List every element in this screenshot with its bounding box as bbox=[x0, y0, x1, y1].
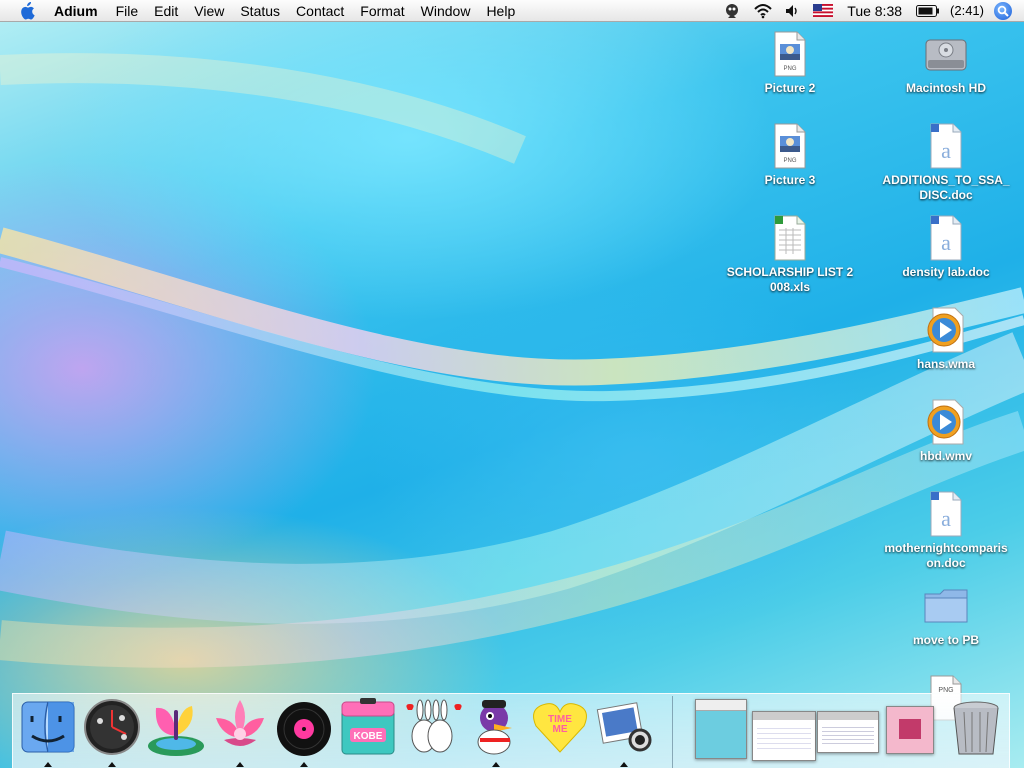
desktop-icon-label: hbd.wmv bbox=[919, 449, 972, 463]
dock-kobe-box[interactable]: KOBE bbox=[338, 696, 398, 758]
adium-duck-icon bbox=[477, 700, 512, 755]
running-indicator bbox=[236, 762, 244, 767]
png-file-icon: PNG bbox=[766, 30, 814, 78]
lotus-flower-icon bbox=[216, 700, 264, 746]
dock-trash[interactable] bbox=[946, 696, 1006, 758]
png-badge: PNG bbox=[783, 158, 796, 164]
dock-minimized-browser[interactable] bbox=[817, 711, 879, 753]
mini-window-titlebar bbox=[753, 712, 815, 720]
dock-separator bbox=[672, 696, 673, 768]
desktop-icon-label: move to PB bbox=[912, 633, 979, 647]
spotlight-icon[interactable] bbox=[994, 1, 1012, 20]
menu-format[interactable]: Format bbox=[352, 0, 412, 22]
folder-icon bbox=[922, 582, 970, 630]
menu-app-name[interactable]: Adium bbox=[54, 0, 106, 22]
time-me-heart-icon: TIME ME bbox=[533, 703, 587, 753]
wifi-icon[interactable] bbox=[753, 3, 773, 19]
dock-record[interactable] bbox=[274, 696, 334, 758]
vinyl-record-icon bbox=[277, 702, 331, 756]
menu-window[interactable]: Window bbox=[413, 0, 479, 22]
bunnies-icon bbox=[406, 699, 462, 753]
png-file-icon: PNG bbox=[766, 122, 814, 170]
media-file-icon bbox=[922, 398, 970, 446]
dock-bunnies[interactable] bbox=[402, 696, 462, 758]
desktop-icon-additions-doc[interactable]: a ADDITIONS_TO_SSA_DISC.doc bbox=[881, 122, 1011, 203]
excel-file-icon bbox=[766, 214, 814, 262]
adium-status-icon[interactable] bbox=[723, 2, 741, 20]
kobe-box-icon: KOBE bbox=[341, 698, 395, 755]
finder-icon bbox=[21, 701, 75, 753]
desktop-icon-picture-3[interactable]: PNG Picture 3 bbox=[725, 122, 855, 188]
menu-bar: Adium File Edit View Status Contact Form… bbox=[0, 0, 1024, 22]
desktop-icon-move-to-pb[interactable]: move to PB bbox=[881, 582, 1011, 648]
dock-minimized-itunes[interactable] bbox=[752, 711, 816, 761]
desktop-icon-mothernight-doc[interactable]: a mothernightcomparison.doc bbox=[881, 490, 1011, 571]
dock-dashboard[interactable] bbox=[82, 696, 142, 758]
dock-butterfly[interactable] bbox=[146, 696, 206, 758]
desktop-icon-label: Picture 3 bbox=[764, 173, 816, 187]
menu-status[interactable]: Status bbox=[232, 0, 288, 22]
dock-iphoto[interactable] bbox=[594, 696, 654, 758]
desktop-icon-density-lab-doc[interactable]: a density lab.doc bbox=[881, 214, 1011, 280]
volume-icon[interactable] bbox=[785, 4, 801, 18]
us-flag-icon[interactable] bbox=[813, 4, 834, 17]
kobe-label: KOBE bbox=[354, 731, 383, 742]
dock-finder[interactable] bbox=[18, 696, 78, 758]
running-indicator bbox=[300, 762, 308, 767]
word-doc-icon: a bbox=[922, 490, 970, 538]
png-badge: PNG bbox=[783, 66, 796, 72]
mini-window-content bbox=[899, 719, 921, 739]
iphoto-icon bbox=[596, 702, 652, 752]
menu-help[interactable]: Help bbox=[478, 0, 523, 22]
media-file-icon bbox=[922, 306, 970, 354]
desktop-icon-label: hans.wma bbox=[916, 357, 976, 371]
battery-time: (2:41) bbox=[950, 3, 984, 18]
menu-contact[interactable]: Contact bbox=[288, 0, 352, 22]
desktop-icon-label: density lab.doc bbox=[902, 265, 990, 279]
hard-drive-icon bbox=[922, 30, 970, 78]
svg-text:a: a bbox=[941, 230, 951, 255]
running-indicator bbox=[108, 762, 116, 767]
dock-minimized-contact-list[interactable] bbox=[695, 699, 747, 759]
menu-file[interactable]: File bbox=[108, 0, 147, 22]
mini-window-titlebar bbox=[818, 712, 878, 720]
running-indicator bbox=[44, 762, 52, 767]
desktop-icon-picture-2[interactable]: PNG Picture 2 bbox=[725, 30, 855, 96]
menu-clock[interactable]: Tue 8:38 bbox=[847, 3, 902, 19]
battery-icon[interactable] bbox=[916, 4, 940, 17]
dashboard-clock-icon bbox=[84, 699, 140, 755]
apple-menu-icon[interactable] bbox=[18, 1, 36, 20]
svg-text:a: a bbox=[941, 138, 951, 163]
svg-text:a: a bbox=[941, 506, 951, 531]
menu-edit[interactable]: Edit bbox=[146, 0, 186, 22]
dock-time-me[interactable]: TIME ME bbox=[530, 696, 590, 758]
heart-text-me: ME bbox=[553, 724, 568, 735]
desktop-icon-label: ADDITIONS_TO_SSA_DISC.doc bbox=[882, 173, 1010, 202]
running-indicator bbox=[620, 762, 628, 767]
word-doc-icon: a bbox=[922, 214, 970, 262]
mini-window-content bbox=[822, 724, 874, 744]
dock-adium[interactable] bbox=[466, 696, 526, 758]
mini-window-titlebar bbox=[696, 700, 746, 711]
desktop-icon-label: SCHOLARSHIP LIST 2008.xls bbox=[726, 265, 854, 294]
desktop-icon-hbd-wmv[interactable]: hbd.wmv bbox=[881, 398, 1011, 464]
word-doc-icon: a bbox=[922, 122, 970, 170]
butterfly-icon bbox=[148, 706, 204, 756]
desktop-icon-label: Macintosh HD bbox=[905, 81, 986, 95]
dock-lotus[interactable] bbox=[210, 696, 270, 758]
desktop-icon-label: Picture 2 bbox=[764, 81, 816, 95]
desktop-icon-scholarship-xls[interactable]: SCHOLARSHIP LIST 2008.xls bbox=[725, 214, 855, 295]
wallpaper bbox=[0, 53, 1024, 668]
dock-minimized-picture[interactable] bbox=[886, 706, 934, 754]
desktop-icon-hans-wma[interactable]: hans.wma bbox=[881, 306, 1011, 372]
trash-icon bbox=[953, 701, 999, 755]
desktop-icon-macintosh-hd[interactable]: Macintosh HD bbox=[881, 30, 1011, 96]
menu-view[interactable]: View bbox=[186, 0, 232, 22]
desktop-icon-label: mothernightcomparison.doc bbox=[884, 541, 1008, 570]
running-indicator bbox=[492, 762, 500, 767]
mini-window-content bbox=[757, 724, 811, 750]
